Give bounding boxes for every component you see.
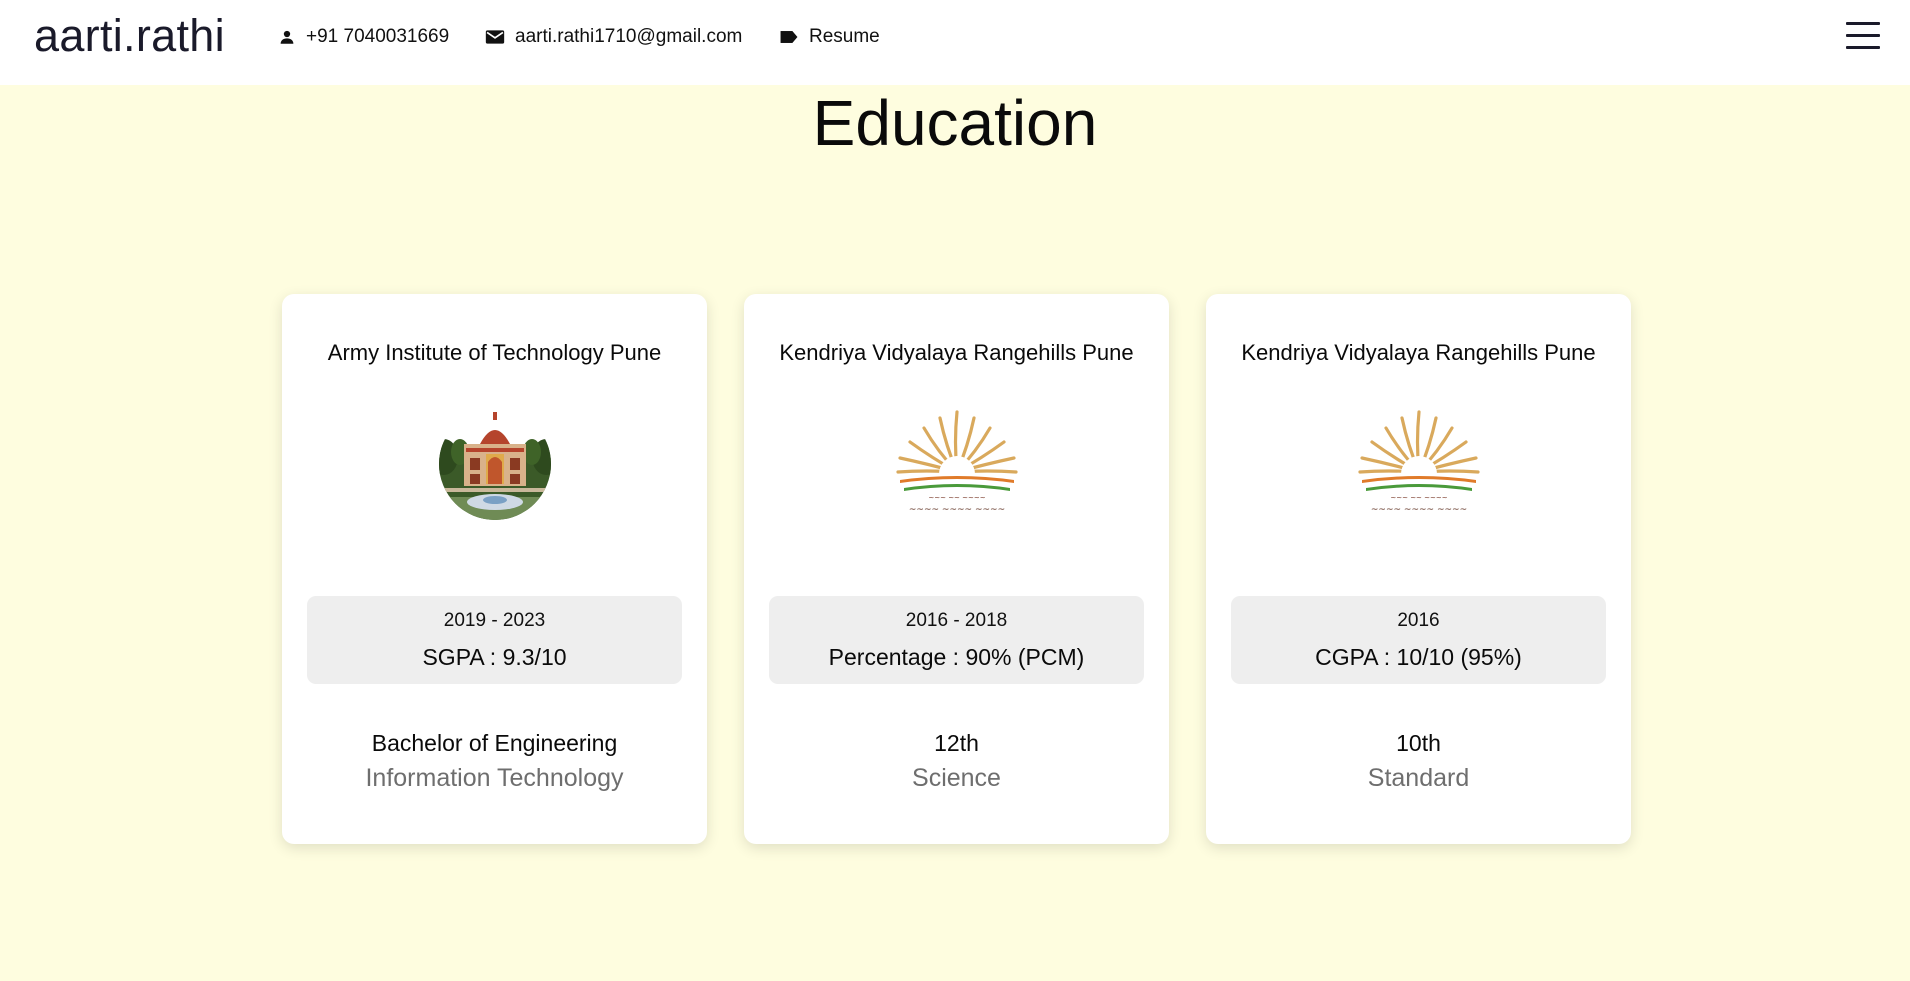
degree-text: 10th <box>1396 730 1441 756</box>
school-name: Kendriya Vidyalaya Rangehills Pune <box>779 340 1134 365</box>
campus-building-image <box>432 402 558 522</box>
phone-text: +91 7040031669 <box>306 26 450 47</box>
degree-text: 12th <box>934 730 979 756</box>
resume-link[interactable]: Resume <box>779 24 880 50</box>
score-box: 2016 - 2018 Percentage : 90% (PCM) <box>769 596 1144 684</box>
score-text: Percentage : 90% (PCM) <box>828 644 1085 670</box>
score-text: SGPA : 9.3/10 <box>422 644 567 670</box>
email-link[interactable]: aarti.rathi1710@gmail.com <box>485 24 742 50</box>
years-text: 2019 - 2023 <box>443 610 546 631</box>
svg-text:~~~~ ~~~~ ~~~~: ~~~~ ~~~~ ~~~~ <box>1371 505 1467 515</box>
field-text: Science <box>912 764 1001 792</box>
kv-sunburst-logo: ~~~ ~~ ~~~~ ~~~~ ~~~~ ~~~~ <box>1356 402 1482 522</box>
menu-icon[interactable] <box>1846 20 1880 52</box>
score-text: CGPA : 10/10 (95%) <box>1315 644 1522 670</box>
years-text: 2016 <box>1397 610 1440 631</box>
resume-text: Resume <box>809 26 880 47</box>
field-text: Standard <box>1367 764 1470 792</box>
person-icon <box>278 28 296 46</box>
years-text: 2016 - 2018 <box>905 610 1008 631</box>
kv-sunburst-logo: ~~~ ~~ ~~~~ ~~~~ ~~~~ ~~~~ <box>894 402 1020 522</box>
svg-text:~~~~ ~~~~ ~~~~: ~~~~ ~~~~ ~~~~ <box>909 505 1005 515</box>
brand-logo[interactable]: aarti.rathi <box>34 10 225 62</box>
svg-text:~~~ ~~ ~~~~: ~~~ ~~ ~~~~ <box>928 494 985 502</box>
label-icon <box>779 28 799 46</box>
education-card: Army Institute of Technology Pune 2019 -… <box>282 294 707 844</box>
phone-link[interactable]: +91 7040031669 <box>278 24 449 50</box>
svg-text:~~~ ~~ ~~~~: ~~~ ~~ ~~~~ <box>1390 494 1447 502</box>
degree-text: Bachelor of Engineering <box>371 730 618 756</box>
top-navbar: aarti.rathi +91 7040031669 aarti.rathi17… <box>0 0 1910 85</box>
education-card: Kendriya Vidyalaya Rangehills Pune ~~~ ~… <box>1206 294 1631 844</box>
school-name: Army Institute of Technology Pune <box>327 340 662 365</box>
page-title: Education <box>812 87 1098 159</box>
mail-icon <box>485 28 505 46</box>
school-name: Kendriya Vidyalaya Rangehills Pune <box>1241 340 1596 365</box>
education-card: Kendriya Vidyalaya Rangehills Pune ~~~ ~… <box>744 294 1169 844</box>
score-box: 2016 CGPA : 10/10 (95%) <box>1231 596 1606 684</box>
score-box: 2019 - 2023 SGPA : 9.3/10 <box>307 596 682 684</box>
field-text: Information Technology <box>365 764 624 792</box>
email-text: aarti.rathi1710@gmail.com <box>515 26 743 47</box>
